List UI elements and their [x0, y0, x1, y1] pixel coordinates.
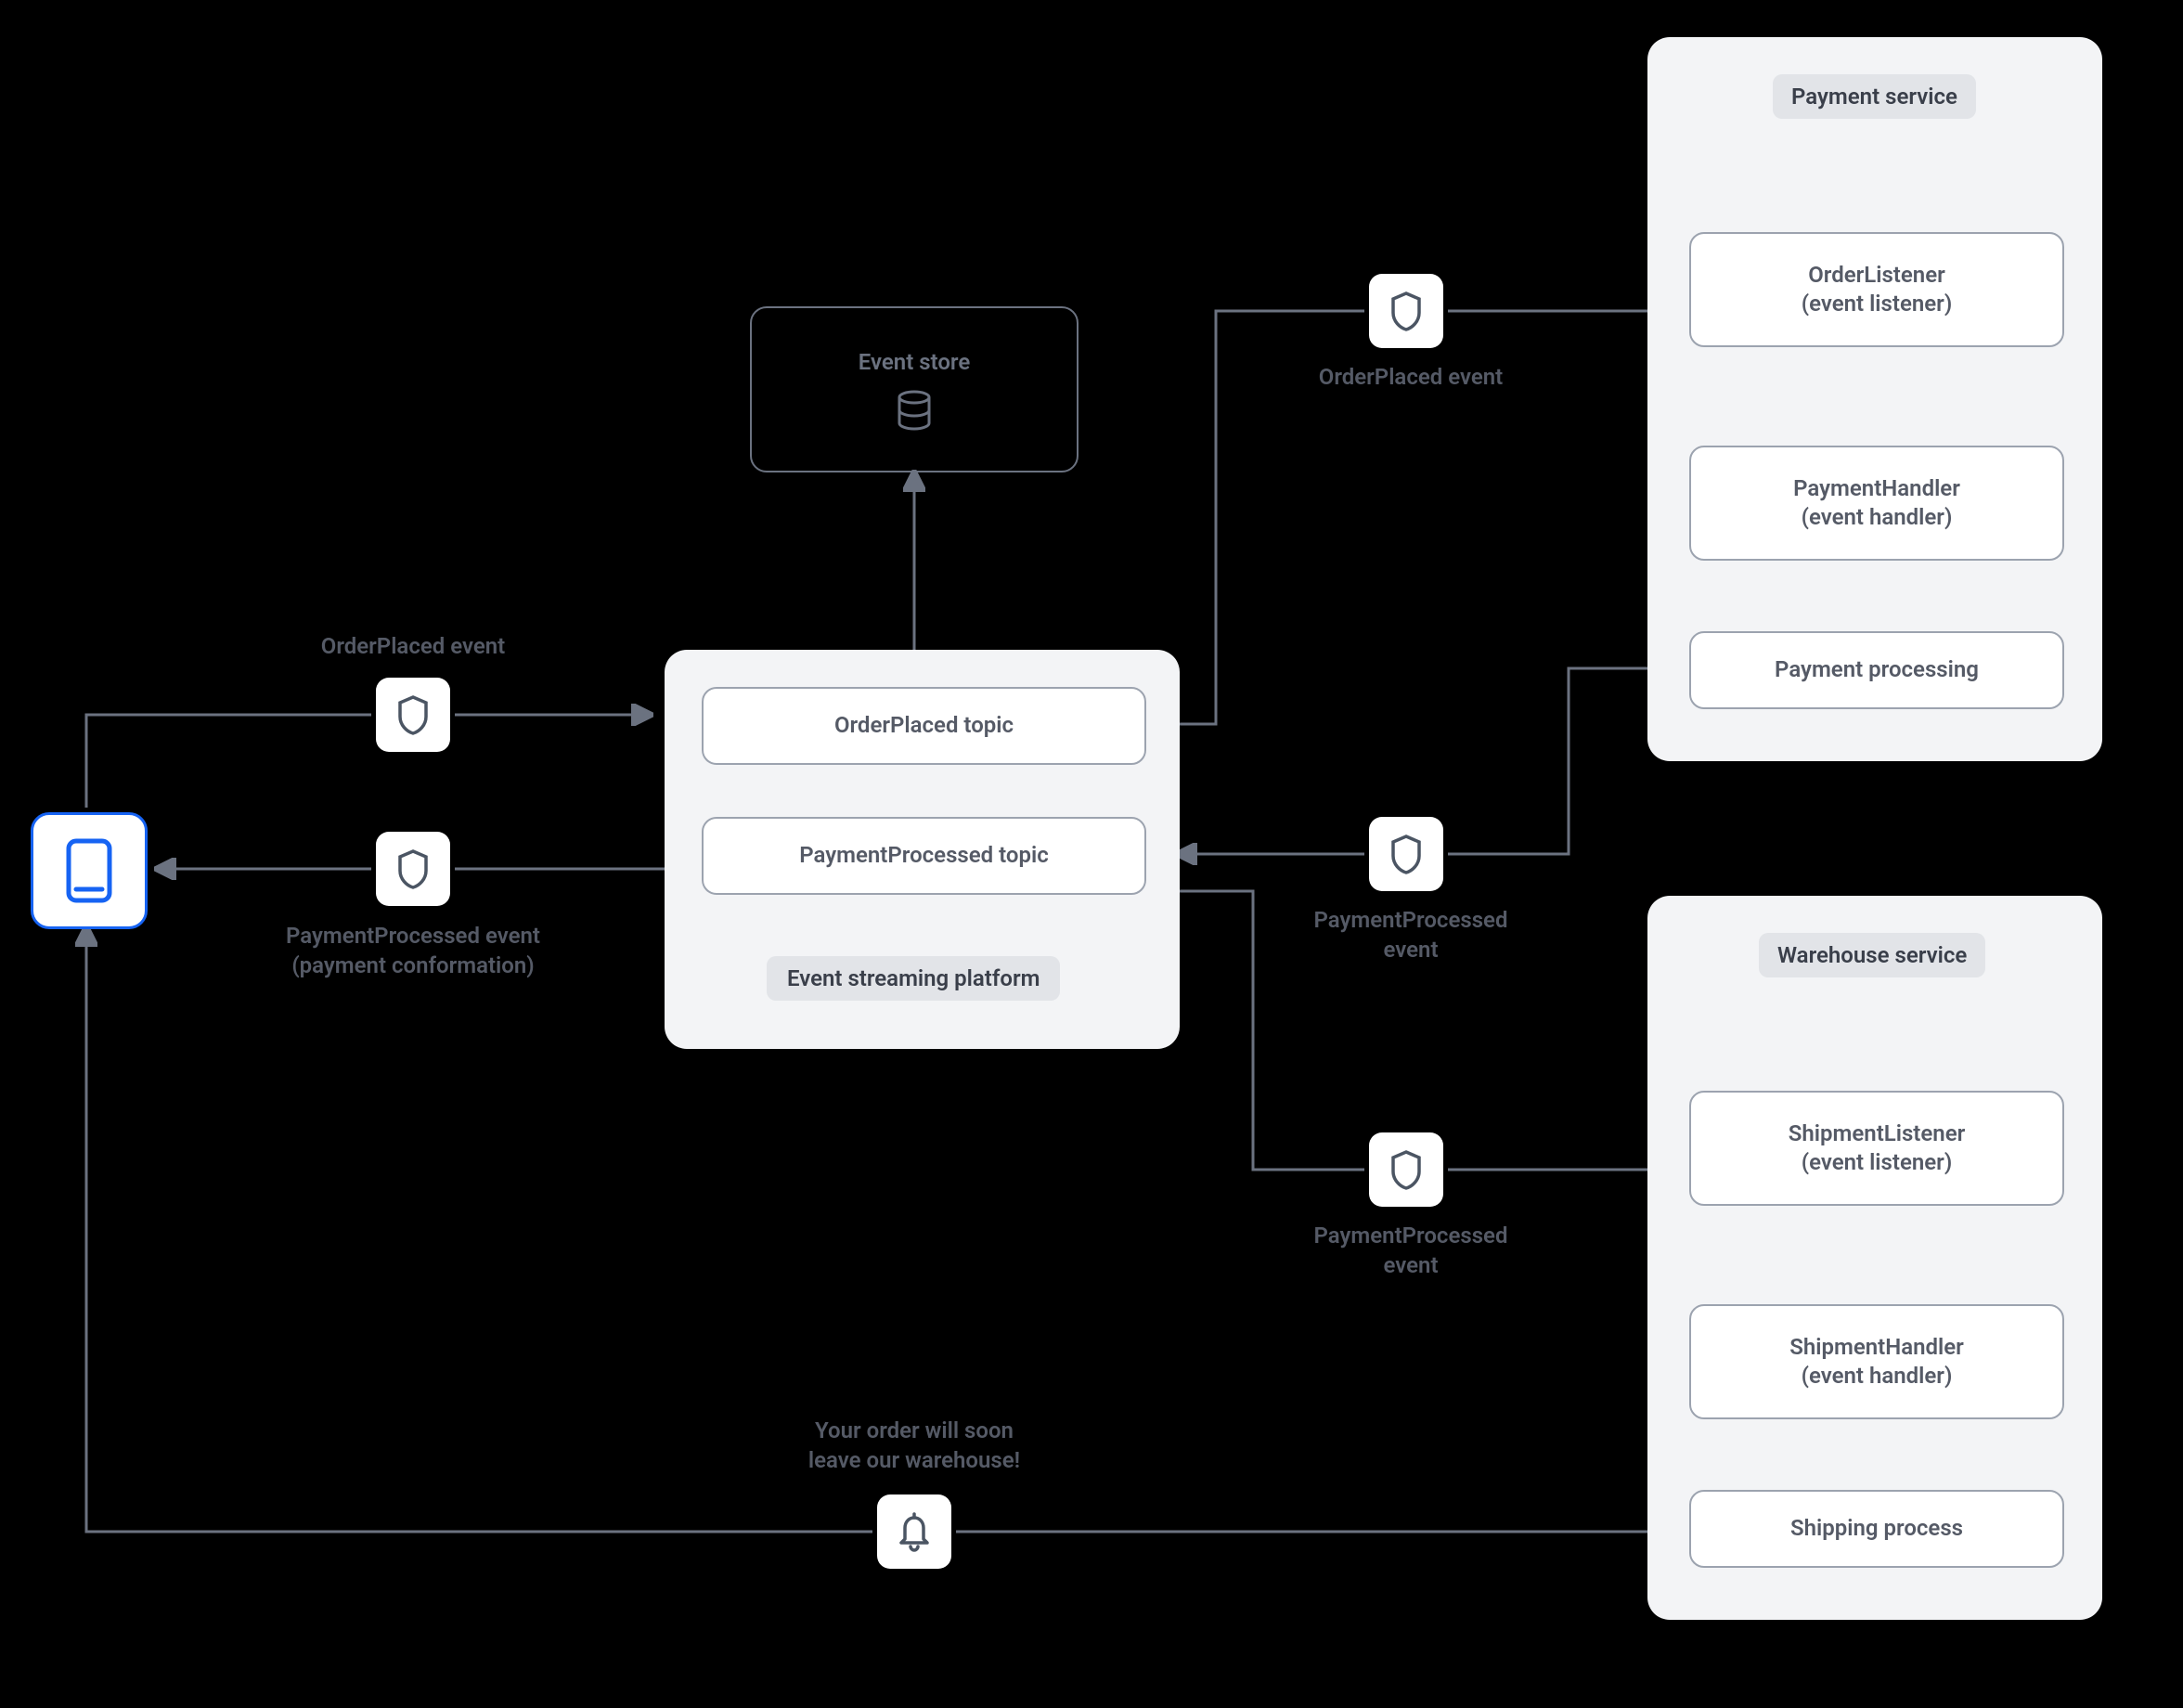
event-store-node: Event store	[750, 306, 1079, 472]
topic-payment-processed: PaymentProcessed topic	[702, 817, 1146, 895]
topic-order-placed: OrderPlaced topic	[702, 687, 1146, 765]
shipment-handler: ShipmentHandler (event handler)	[1689, 1304, 2064, 1419]
shield-node-payment-processed-mid	[1369, 817, 1443, 891]
label-order-placed-right: OrderPlaced event	[1299, 362, 1522, 392]
payment-order-listener-label: OrderListener (event listener)	[1802, 261, 1952, 318]
shield-icon	[1389, 1149, 1424, 1190]
payment-service-panel: Payment service OrderListener (event lis…	[1647, 37, 2102, 761]
label-notification: Your order will soon leave our warehouse…	[770, 1416, 1058, 1476]
shield-icon	[1389, 834, 1424, 874]
shipping-process-label: Shipping process	[1790, 1514, 1963, 1543]
shipment-handler-label: ShipmentHandler (event handler)	[1789, 1333, 1964, 1391]
platform-title: Event streaming platform	[767, 956, 1060, 1001]
label-payment-processed-lower: PaymentProcessed event	[1299, 1221, 1522, 1281]
platform-panel: OrderPlaced topic PaymentProcessed topic…	[665, 650, 1180, 1049]
event-store-title: Event store	[859, 349, 970, 375]
diagram-canvas: OrderPlaced event PaymentProcessed event…	[0, 0, 2183, 1708]
payment-service-title: Payment service	[1773, 74, 1976, 119]
database-icon	[896, 390, 933, 431]
warehouse-service-panel: Warehouse service ShipmentListener (even…	[1647, 896, 2102, 1620]
shield-node-payment-processed-lower	[1369, 1132, 1443, 1207]
payment-handler: PaymentHandler (event handler)	[1689, 446, 2064, 561]
shield-node-order-placed	[376, 678, 450, 752]
label-payment-processed-left: PaymentProcessed event (payment conforma…	[232, 921, 594, 981]
shield-icon	[395, 848, 431, 889]
topic-payment-processed-label: PaymentProcessed topic	[799, 841, 1049, 870]
shipment-listener-label: ShipmentListener (event listener)	[1789, 1119, 1966, 1177]
shield-icon	[395, 694, 431, 735]
label-payment-processed-mid: PaymentProcessed event	[1299, 905, 1522, 965]
bell-node	[877, 1494, 951, 1569]
shield-node-order-placed-right	[1369, 274, 1443, 348]
bell-icon	[896, 1511, 933, 1552]
payment-processing: Payment processing	[1689, 631, 2064, 709]
warehouse-service-title: Warehouse service	[1759, 933, 1985, 977]
payment-processing-label: Payment processing	[1775, 655, 1979, 684]
shield-node-payment-processed-left	[376, 832, 450, 906]
topic-order-placed-label: OrderPlaced topic	[834, 711, 1014, 740]
label-order-placed-event: OrderPlaced event	[274, 631, 552, 661]
mobile-device-icon	[65, 837, 113, 904]
shipment-listener: ShipmentListener (event listener)	[1689, 1091, 2064, 1206]
mobile-device-node	[31, 812, 148, 929]
shield-icon	[1389, 291, 1424, 331]
shipping-process: Shipping process	[1689, 1490, 2064, 1568]
payment-order-listener: OrderListener (event listener)	[1689, 232, 2064, 347]
payment-handler-label: PaymentHandler (event handler)	[1793, 474, 1960, 532]
